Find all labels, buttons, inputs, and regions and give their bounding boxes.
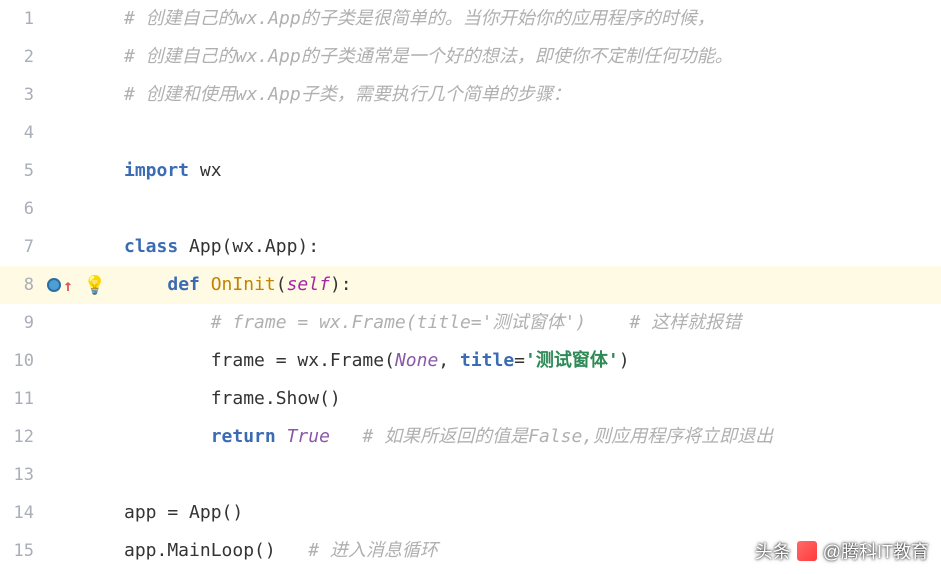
- code-content[interactable]: import wx: [110, 152, 941, 190]
- token: None: [395, 350, 438, 371]
- line-number[interactable]: 15: [0, 541, 40, 561]
- token: ): [619, 350, 630, 371]
- watermark-logo-icon: [797, 541, 817, 561]
- code-line[interactable]: 14 app = App(): [0, 494, 941, 532]
- token: [330, 426, 363, 447]
- code-content[interactable]: app = App(): [110, 494, 941, 532]
- token: =: [514, 350, 525, 371]
- token: # 进入消息循环: [308, 540, 438, 561]
- code-line[interactable]: 5 import wx: [0, 152, 941, 190]
- token: title: [460, 350, 514, 371]
- code-content[interactable]: # 创建和使用wx.App子类，需要执行几个简单的步骤：: [110, 76, 941, 114]
- code-content[interactable]: return True # 如果所返回的值是False,则应用程序将立即退出: [110, 418, 941, 456]
- token: app.MainLoop(): [124, 540, 308, 561]
- gutter-marker-column[interactable]: ↑: [40, 276, 80, 295]
- token: (wx.App):: [222, 236, 320, 257]
- token: def: [167, 274, 200, 295]
- token: [200, 274, 211, 295]
- code-content[interactable]: def OnInit(self):: [110, 266, 941, 304]
- line-number[interactable]: 5: [0, 161, 40, 181]
- token: self: [287, 274, 330, 295]
- token: ):: [330, 274, 352, 295]
- line-number[interactable]: 11: [0, 389, 40, 409]
- watermark-handle: @腾科IT教育: [823, 538, 929, 564]
- line-number[interactable]: 9: [0, 313, 40, 333]
- indent: [124, 312, 211, 333]
- hint-column: 💡: [80, 275, 110, 296]
- indent: [124, 388, 211, 409]
- token: '测试窗体': [525, 350, 619, 371]
- token: # 创建自己的wx.App的子类通常是一个好的想法，即使你不定制任何功能。: [124, 46, 733, 67]
- code-line[interactable]: 8 ↑ 💡 def OnInit(self):: [0, 266, 941, 304]
- code-line[interactable]: 11 frame.Show(): [0, 380, 941, 418]
- code-line[interactable]: 3 # 创建和使用wx.App子类，需要执行几个简单的步骤：: [0, 76, 941, 114]
- token: import: [124, 160, 189, 181]
- code-line[interactable]: 2 # 创建自己的wx.App的子类通常是一个好的想法，即使你不定制任何功能。: [0, 38, 941, 76]
- code-line[interactable]: 10 frame = wx.Frame(None, title='测试窗体'): [0, 342, 941, 380]
- code-editor[interactable]: 1 # 创建自己的wx.App的子类是很简单的。当你开始你的应用程序的时候， 2 # …: [0, 0, 941, 574]
- lightbulb-icon[interactable]: 💡: [84, 275, 106, 296]
- line-number[interactable]: 4: [0, 123, 40, 143]
- token: class: [124, 236, 178, 257]
- indent: [124, 350, 211, 371]
- code-line[interactable]: 9 # frame = wx.Frame(title='测试窗体') # 这样就…: [0, 304, 941, 342]
- arrow-up-icon: ↑: [63, 276, 73, 295]
- token: wx: [189, 160, 222, 181]
- token: # frame = wx.Frame(title='测试窗体') # 这样就报错: [211, 312, 741, 333]
- line-number[interactable]: 13: [0, 465, 40, 485]
- token: App: [189, 236, 222, 257]
- breakpoint-icon[interactable]: [47, 278, 61, 292]
- watermark-prefix: 头条: [755, 538, 791, 564]
- watermark: 头条 @腾科IT教育: [755, 538, 929, 564]
- token: frame.Show(): [211, 388, 341, 409]
- code-content[interactable]: # frame = wx.Frame(title='测试窗体') # 这样就报错: [110, 304, 941, 342]
- line-number[interactable]: 10: [0, 351, 40, 371]
- code-content[interactable]: # 创建自己的wx.App的子类是很简单的。当你开始你的应用程序的时候，: [110, 0, 941, 38]
- indent: [124, 426, 211, 447]
- token: ,: [438, 350, 460, 371]
- code-line[interactable]: 7 class App(wx.App):: [0, 228, 941, 266]
- line-number[interactable]: 8: [0, 275, 40, 295]
- code-line[interactable]: 4: [0, 114, 941, 152]
- token: # 如果所返回的值是False,则应用程序将立即退出: [362, 426, 773, 447]
- token: (: [276, 274, 287, 295]
- token: # 创建自己的wx.App的子类是很简单的。当你开始你的应用程序的时候，: [124, 8, 715, 29]
- line-number[interactable]: 6: [0, 199, 40, 219]
- line-number[interactable]: 14: [0, 503, 40, 523]
- token: OnInit: [211, 274, 276, 295]
- line-number[interactable]: 12: [0, 427, 40, 447]
- code-content[interactable]: # 创建自己的wx.App的子类通常是一个好的想法，即使你不定制任何功能。: [110, 38, 941, 76]
- indent: [124, 274, 167, 295]
- code-line[interactable]: 6: [0, 190, 941, 228]
- token: # 创建和使用wx.App子类，需要执行几个简单的步骤：: [124, 84, 571, 105]
- token: [276, 426, 287, 447]
- line-number[interactable]: 2: [0, 47, 40, 67]
- token: [178, 236, 189, 257]
- token: app = App(): [124, 502, 243, 523]
- line-number[interactable]: 7: [0, 237, 40, 257]
- code-content[interactable]: frame = wx.Frame(None, title='测试窗体'): [110, 342, 941, 380]
- code-content[interactable]: class App(wx.App):: [110, 228, 941, 266]
- code-line[interactable]: 1 # 创建自己的wx.App的子类是很简单的。当你开始你的应用程序的时候，: [0, 0, 941, 38]
- token: frame = wx.Frame(: [211, 350, 395, 371]
- token: True: [287, 426, 330, 447]
- line-number[interactable]: 3: [0, 85, 40, 105]
- token: return: [211, 426, 276, 447]
- line-number[interactable]: 1: [0, 9, 40, 29]
- code-line[interactable]: 12 return True # 如果所返回的值是False,则应用程序将立即退…: [0, 418, 941, 456]
- code-content[interactable]: frame.Show(): [110, 380, 941, 418]
- code-line[interactable]: 13: [0, 456, 941, 494]
